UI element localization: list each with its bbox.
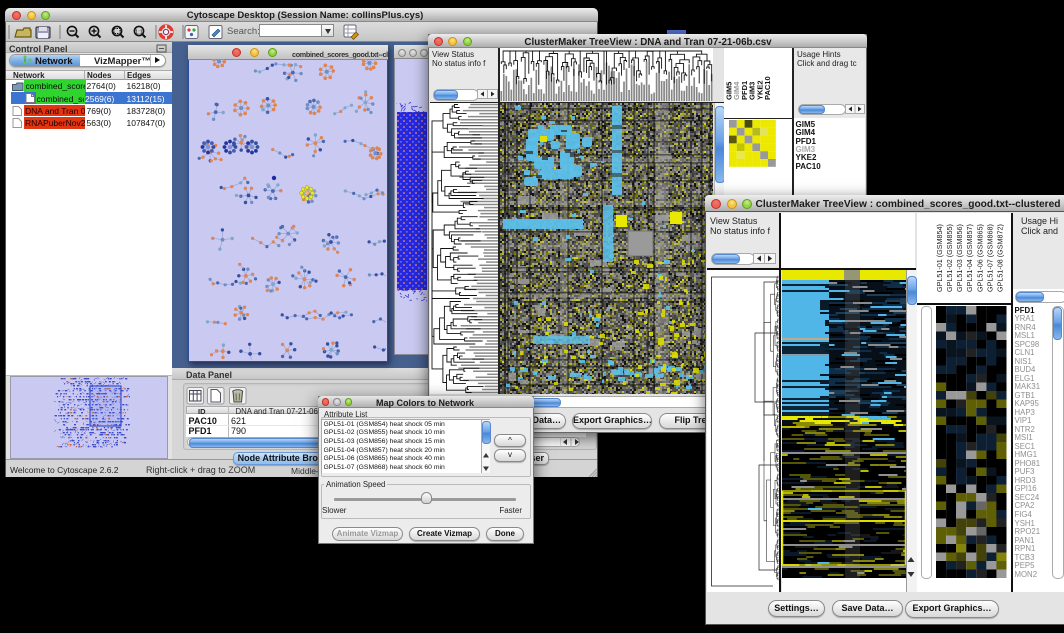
svg-text:GPL51-08 (GSM872): GPL51-08 (GSM872)	[995, 224, 1004, 292]
svg-text:GPL51-07 (GSM868): GPL51-07 (GSM868)	[985, 224, 994, 292]
svg-text:GPL51-02 (GSM855): GPL51-02 (GSM855)	[945, 224, 954, 292]
svg-text:GPL51-06 (GSM865): GPL51-06 (GSM865)	[975, 224, 984, 292]
svg-text:GPL51-04 (GSM857): GPL51-04 (GSM857)	[965, 224, 974, 292]
svg-text:1:1: 1:1	[135, 30, 143, 36]
svg-text:GPL51-01 (GSM854): GPL51-01 (GSM854)	[935, 224, 944, 292]
svg-text:PAC10: PAC10	[763, 76, 772, 100]
svg-text:GPL51-03 (GSM856): GPL51-03 (GSM856)	[955, 224, 964, 292]
